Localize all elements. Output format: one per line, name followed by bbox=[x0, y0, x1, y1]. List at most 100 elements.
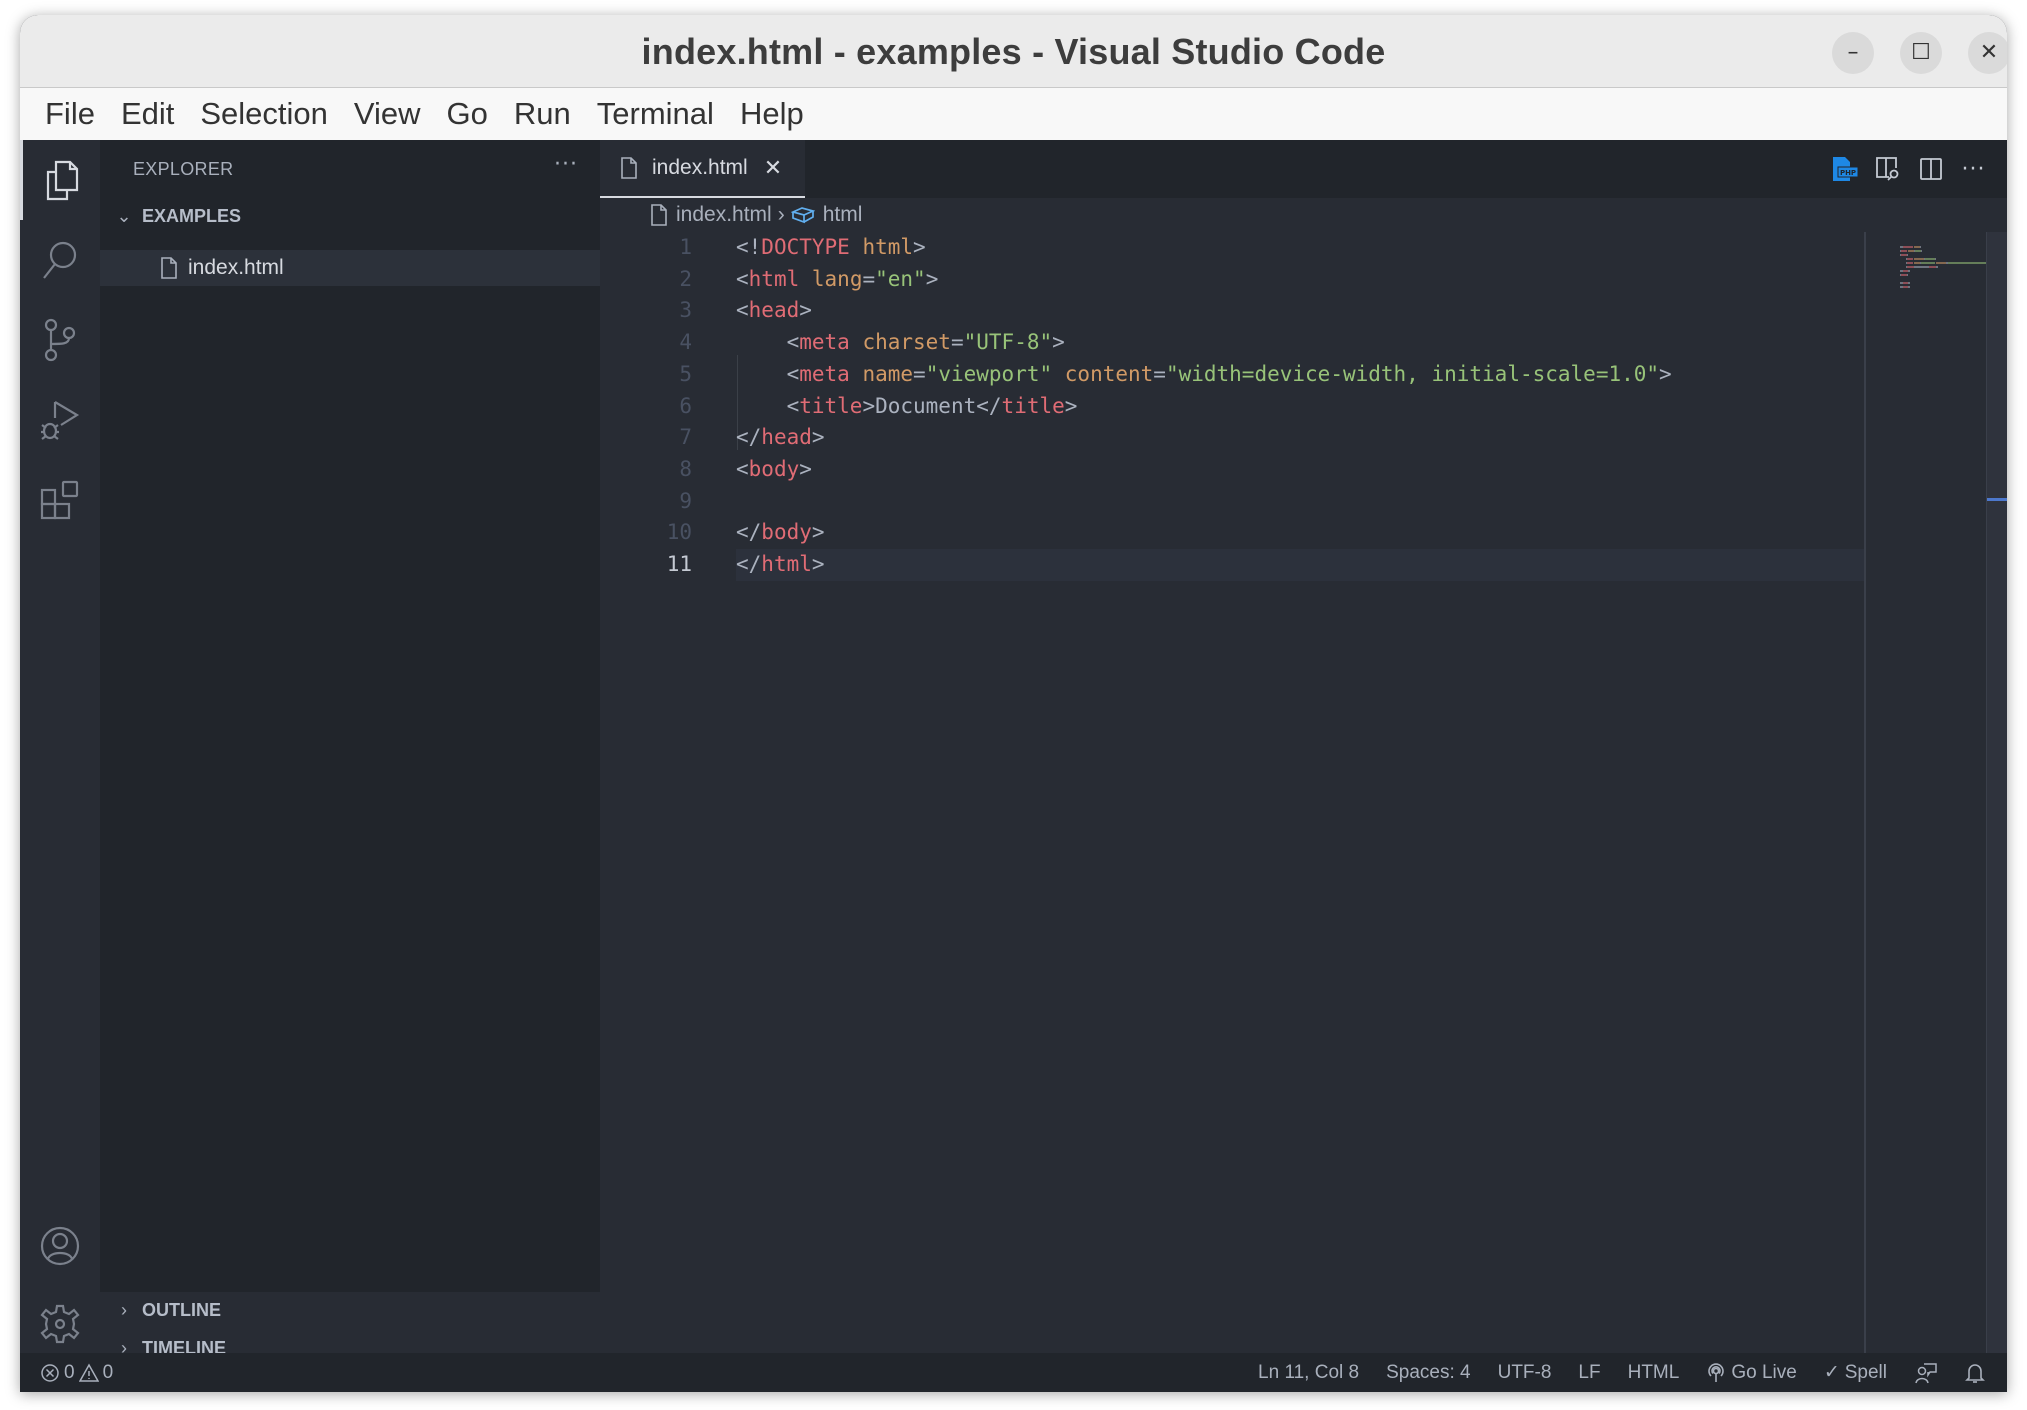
file-icon bbox=[161, 257, 177, 279]
token-punc: > bbox=[799, 298, 812, 323]
code-line[interactable]: 5 <meta name="viewport" content="width=d… bbox=[600, 359, 1865, 391]
code-line[interactable]: 8 <body> bbox=[600, 454, 1865, 486]
close-window-button[interactable]: ✕ bbox=[1968, 32, 2007, 74]
folder-examples[interactable]: ⌄ EXAMPLES bbox=[100, 198, 600, 234]
token-punc bbox=[850, 235, 863, 259]
menu-selection[interactable]: Selection bbox=[187, 88, 341, 140]
folder-label: EXAMPLES bbox=[142, 205, 242, 226]
code-line[interactable]: 6 <title>Document</title> bbox=[600, 391, 1865, 423]
activity-extensions[interactable] bbox=[20, 460, 100, 540]
token-tag: body bbox=[748, 456, 800, 481]
code-editor[interactable]: 1 <!DOCTYPE html> 2 <html lang="en"> 3 <head>… bbox=[600, 232, 1865, 1353]
activity-accounts[interactable] bbox=[20, 1206, 100, 1286]
section-outline[interactable]: › OUTLINE bbox=[100, 1292, 600, 1328]
menu-run[interactable]: Run bbox=[501, 88, 584, 140]
line-number: 5 bbox=[679, 361, 692, 386]
indentation[interactable]: Spaces: 4 bbox=[1386, 1362, 1471, 1384]
code-line[interactable]: 1 <!DOCTYPE html> bbox=[600, 232, 1865, 264]
tab-close-button[interactable]: ✕ bbox=[764, 155, 782, 181]
minimap-token bbox=[1902, 246, 1913, 248]
go-live-button[interactable]: Go Live bbox=[1706, 1362, 1797, 1384]
maximize-button[interactable]: ☐ bbox=[1900, 32, 1942, 74]
tab-index-html[interactable]: index.html ✕ bbox=[600, 140, 805, 198]
window-title: index.html - examples - Visual Studio Co… bbox=[641, 31, 1386, 72]
token-attr: name bbox=[862, 361, 914, 386]
menu-go[interactable]: Go bbox=[434, 88, 501, 140]
menu-file[interactable]: File bbox=[32, 88, 108, 140]
code-line[interactable]: 2 <html lang="en"> bbox=[600, 264, 1865, 296]
warning-count: 0 bbox=[102, 1361, 114, 1383]
more-actions-button[interactable]: ··· bbox=[1952, 140, 1995, 198]
menu-help[interactable]: Help bbox=[727, 88, 817, 140]
code-line[interactable]: 10 </body> bbox=[600, 517, 1865, 549]
extensions-icon bbox=[40, 480, 79, 520]
breadcrumb-separator: › bbox=[777, 203, 785, 226]
code-line[interactable]: 9 bbox=[600, 486, 1865, 518]
php-action-button[interactable]: PHP bbox=[1823, 140, 1866, 198]
warning-icon bbox=[78, 1362, 99, 1382]
activity-manage[interactable] bbox=[20, 1284, 100, 1364]
feedback-button[interactable] bbox=[1914, 1362, 1938, 1384]
menu-edit[interactable]: Edit bbox=[108, 88, 187, 140]
token-punc: > bbox=[1659, 361, 1672, 386]
spell-check-button[interactable]: ✓ Spell bbox=[1824, 1361, 1887, 1384]
breadcrumb-symbol[interactable]: html bbox=[823, 203, 863, 227]
minimap-token bbox=[1936, 266, 1938, 268]
minimap-token bbox=[1915, 266, 1927, 268]
code-line[interactable]: 3 <head> bbox=[600, 295, 1865, 327]
token-attr: content bbox=[1064, 361, 1154, 386]
symbol-element-icon bbox=[790, 207, 815, 224]
line-source: <meta name="viewport" content="width=dev… bbox=[736, 359, 1672, 391]
token-tag: title bbox=[799, 393, 863, 418]
line-number: 3 bbox=[679, 298, 692, 323]
token-punc: < bbox=[736, 361, 800, 386]
breadcrumb-file[interactable]: index.html bbox=[676, 203, 772, 227]
split-editor-button[interactable] bbox=[1909, 140, 1952, 198]
encoding[interactable]: UTF-8 bbox=[1498, 1362, 1552, 1384]
problems-status[interactable]: 0 0 bbox=[40, 1362, 113, 1384]
activity-source-control[interactable] bbox=[20, 300, 100, 380]
code-line[interactable]: 4 <meta charset="UTF-8"> bbox=[600, 327, 1865, 359]
minimize-button[interactable]: – bbox=[1832, 32, 1874, 74]
line-number: 4 bbox=[679, 330, 692, 355]
end-of-line[interactable]: LF bbox=[1578, 1362, 1600, 1384]
activity-run-debug[interactable] bbox=[20, 380, 100, 460]
token-tag: DOCTYPE bbox=[761, 235, 850, 259]
token-punc: > bbox=[1064, 393, 1078, 418]
source-control-icon bbox=[44, 318, 76, 362]
sidebar-title: EXPLORER bbox=[133, 158, 234, 179]
minimize-icon: – bbox=[1847, 40, 1859, 65]
token-punc: > bbox=[925, 266, 939, 291]
menu-terminal[interactable]: Terminal bbox=[584, 88, 727, 140]
cursor-position[interactable]: Ln 11, Col 8 bbox=[1258, 1362, 1359, 1384]
open-preview-button[interactable] bbox=[1866, 140, 1909, 198]
activity-search[interactable] bbox=[20, 220, 100, 300]
menu-view[interactable]: View bbox=[341, 88, 434, 140]
token-punc: > bbox=[811, 425, 825, 450]
code-line[interactable]: 7 </head> bbox=[600, 422, 1865, 454]
line-number: 8 bbox=[679, 456, 692, 481]
line-source: <!DOCTYPE html> bbox=[736, 232, 926, 264]
notifications-button[interactable] bbox=[1965, 1362, 1985, 1384]
line-source: <meta charset="UTF-8"> bbox=[736, 327, 1065, 359]
minimap-token bbox=[1907, 274, 1909, 276]
token-punc: = bbox=[913, 361, 926, 386]
sidebar-more-actions-button[interactable]: ··· bbox=[554, 152, 578, 177]
token-punc: = bbox=[862, 266, 876, 291]
code-line[interactable]: 11 </html> bbox=[600, 549, 1865, 581]
line-source: <title>Document</title> bbox=[736, 391, 1078, 423]
vscode-window: index.html - examples - Visual Studio Co… bbox=[20, 15, 2007, 1392]
minimap-token bbox=[1914, 258, 1924, 260]
vertical-scrollbar[interactable] bbox=[1986, 232, 2007, 1353]
activity-explorer[interactable] bbox=[20, 140, 100, 220]
token-punc: > bbox=[799, 456, 812, 481]
php-file-icon: PHP bbox=[1832, 157, 1858, 181]
token-punc: > bbox=[913, 235, 926, 259]
svg-text:PHP: PHP bbox=[1839, 169, 1855, 177]
language-mode[interactable]: HTML bbox=[1628, 1362, 1680, 1384]
token-tag: head bbox=[761, 425, 812, 450]
minimap[interactable] bbox=[1866, 232, 2004, 1353]
token-punc bbox=[850, 330, 863, 354]
token-tag: meta bbox=[799, 361, 850, 386]
file-item-index-html[interactable]: index.html bbox=[100, 250, 600, 286]
